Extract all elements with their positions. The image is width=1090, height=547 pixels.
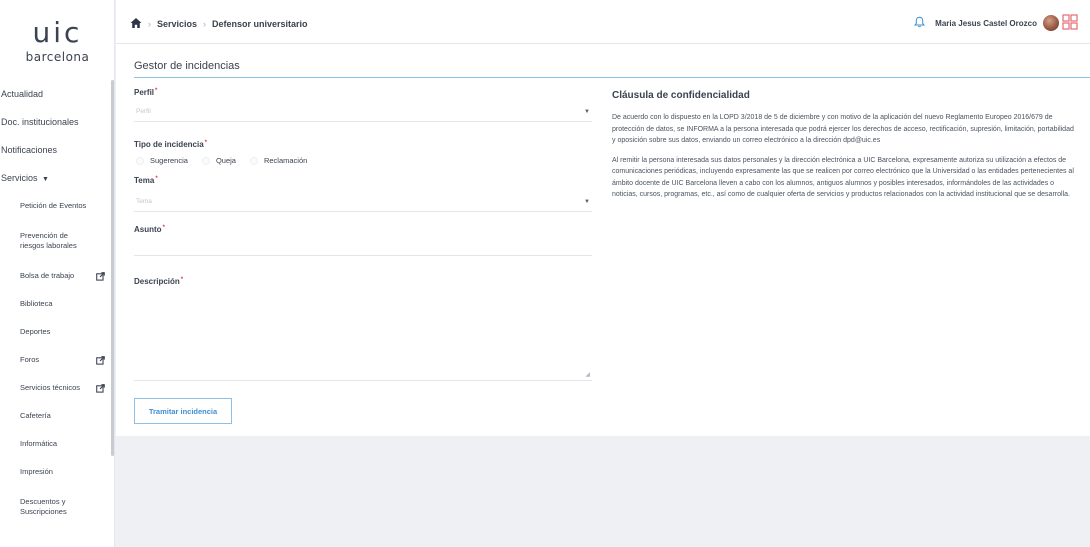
sidebar-subitem-foros[interactable]: Foros <box>0 346 115 374</box>
breadcrumb-separator: › <box>203 19 207 29</box>
sidebar-subitem-impresion[interactable]: Impresión <box>0 458 115 486</box>
radio-button[interactable] <box>201 156 210 165</box>
uic-logo[interactable]: uic barcelona <box>0 16 115 65</box>
asunto-label: Asunto* <box>134 225 165 234</box>
chevron-down-icon: ▼ <box>584 109 590 115</box>
radio-sugerencia[interactable]: Sugerencia <box>136 156 188 165</box>
tema-label-text: Tema <box>134 176 155 185</box>
top-bar: › Servicios › Defensor universitario Mar… <box>116 0 1090 44</box>
radio-label: Queja <box>215 156 236 165</box>
sidebar-item-label: Servicios <box>1 173 38 183</box>
sidebar-subitem-bolsa-trabajo[interactable]: Bolsa de trabajo <box>0 262 115 290</box>
bell-icon[interactable] <box>914 16 926 30</box>
sidebar-subitem-peticion-eventos[interactable]: Petición de Eventos <box>0 192 115 220</box>
descripcion-label: Descripción* <box>134 277 183 286</box>
tipo-incidencia-label: Tipo de incidencia* <box>134 140 207 149</box>
tipo-label-text: Tipo de incidencia <box>134 140 204 149</box>
avatar[interactable] <box>1043 15 1059 31</box>
descripcion-label-text: Descripción <box>134 277 180 286</box>
radio-label: Sugerencia <box>150 156 188 165</box>
asunto-input[interactable] <box>134 238 592 256</box>
resize-handle-icon[interactable]: ◢ <box>585 371 590 378</box>
breadcrumb-servicios[interactable]: Servicios <box>157 19 197 29</box>
breadcrumb: › Servicios › Defensor universitario <box>130 17 308 31</box>
tema-select[interactable]: Tema ▼ <box>134 192 592 212</box>
perfil-label-text: Perfil <box>134 88 155 97</box>
home-icon[interactable] <box>130 17 142 31</box>
sidebar-item-label: Doc. institucionales <box>1 117 79 127</box>
sidebar-subitem-prevencion[interactable]: Prevención de riesgos laborales <box>0 220 115 262</box>
confidentiality-paragraph: Al remitir la persona interesada sus dat… <box>612 156 1074 199</box>
user-name[interactable]: Maria Jesus Castel Orozco <box>935 19 1037 28</box>
sidebar-item-servicios[interactable]: Servicios ▼ <box>0 164 115 192</box>
sidebar-subitem-label: Bolsa de trabajo <box>20 271 75 280</box>
sidebar: uic barcelona Actualidad Doc. institucio… <box>0 0 115 547</box>
required-mark: * <box>162 225 165 231</box>
sidebar-item-actualidad[interactable]: Actualidad <box>0 80 115 108</box>
required-mark: * <box>180 277 184 283</box>
confidentiality-paragraph: De acuerdo con lo dispuesto en la LOPD 3… <box>612 114 1074 144</box>
asunto-label-text: Asunto <box>134 225 162 234</box>
sidebar-subitem-label: Cafetería <box>20 411 51 420</box>
apps-grid-icon[interactable] <box>1062 14 1078 32</box>
tema-label: Tema* <box>134 176 158 185</box>
radio-button[interactable] <box>249 156 258 165</box>
sidebar-subitem-biblioteca[interactable]: Biblioteca <box>0 290 115 318</box>
breadcrumb-separator: › <box>148 19 151 29</box>
descripcion-textarea[interactable]: ◢ <box>134 293 592 381</box>
sidebar-subitem-label: Descuentos y Suscripciones <box>20 497 67 516</box>
sidebar-subitem-descuentos[interactable]: Descuentos y Suscripciones <box>0 486 115 528</box>
submit-incidencia-button[interactable]: Tramitar incidencia <box>134 398 232 424</box>
sidebar-subitem-informatica[interactable]: Informática <box>0 430 115 458</box>
sidebar-subitem-label: Petición de Eventos <box>20 201 87 210</box>
external-link-icon <box>96 383 105 393</box>
sidebar-subitem-label: Biblioteca <box>20 299 53 308</box>
sidebar-subitem-label: Servicios técnicos <box>20 383 81 392</box>
tipo-incidencia-radios: Sugerencia Queja Reclamación <box>136 156 321 165</box>
required-mark: * <box>155 176 158 182</box>
sidebar-item-label: Notificaciones <box>1 145 58 155</box>
sidebar-subitem-label: Deportes <box>20 327 51 336</box>
sidebar-subitem-label: Prevención de riesgos laborales <box>20 231 77 250</box>
sidebar-nav: Actualidad Doc. institucionales Notifica… <box>0 80 115 528</box>
radio-label: Reclamación <box>263 156 308 165</box>
breadcrumb-defensor[interactable]: Defensor universitario <box>212 19 308 29</box>
confidentiality-title: Cláusula de confidencialidad <box>612 90 750 101</box>
sidebar-subitem-servicios-tecnicos[interactable]: Servicios técnicos <box>0 374 115 402</box>
perfil-placeholder: Perfil <box>136 108 151 115</box>
radio-reclamacion[interactable]: Reclamación <box>249 156 308 165</box>
user-area: Maria Jesus Castel Orozco <box>914 14 1078 32</box>
required-mark: * <box>204 140 207 146</box>
tema-placeholder: Tema <box>136 198 152 205</box>
sidebar-subitem-label: Foros <box>20 355 40 364</box>
sidebar-item-doc-institucionales[interactable]: Doc. institucionales <box>0 108 115 136</box>
perfil-label: Perfil* <box>134 88 157 97</box>
sidebar-subitem-label: Informática <box>20 439 58 448</box>
logo-wordmark: uic <box>32 16 83 49</box>
logo-subtitle: barcelona <box>25 50 90 64</box>
sidebar-subitem-label: Impresión <box>20 467 53 476</box>
title-divider <box>134 77 1090 78</box>
sidebar-item-label: Actualidad <box>1 89 44 99</box>
incident-manager-card: Gestor de incidencias Perfil* Perfil ▼ T… <box>116 44 1090 436</box>
sidebar-item-notificaciones[interactable]: Notificaciones <box>0 136 115 164</box>
external-link-icon <box>96 355 105 365</box>
sidebar-subitem-cafeteria[interactable]: Cafetería <box>0 402 115 430</box>
confidentiality-clause: Cláusula de confidencialidad De acuerdo … <box>612 90 1078 209</box>
chevron-down-icon: ▼ <box>584 199 590 205</box>
radio-queja[interactable]: Queja <box>201 156 236 165</box>
required-mark: * <box>155 88 158 94</box>
sidebar-subitem-deportes[interactable]: Deportes <box>0 318 115 346</box>
external-link-icon <box>96 271 105 281</box>
page-title: Gestor de incidencias <box>134 60 240 72</box>
radio-button[interactable] <box>136 156 144 165</box>
sidebar-scrollbar[interactable] <box>111 80 114 456</box>
caret-down-icon: ▼ <box>42 176 49 183</box>
perfil-select[interactable]: Perfil ▼ <box>134 102 592 122</box>
